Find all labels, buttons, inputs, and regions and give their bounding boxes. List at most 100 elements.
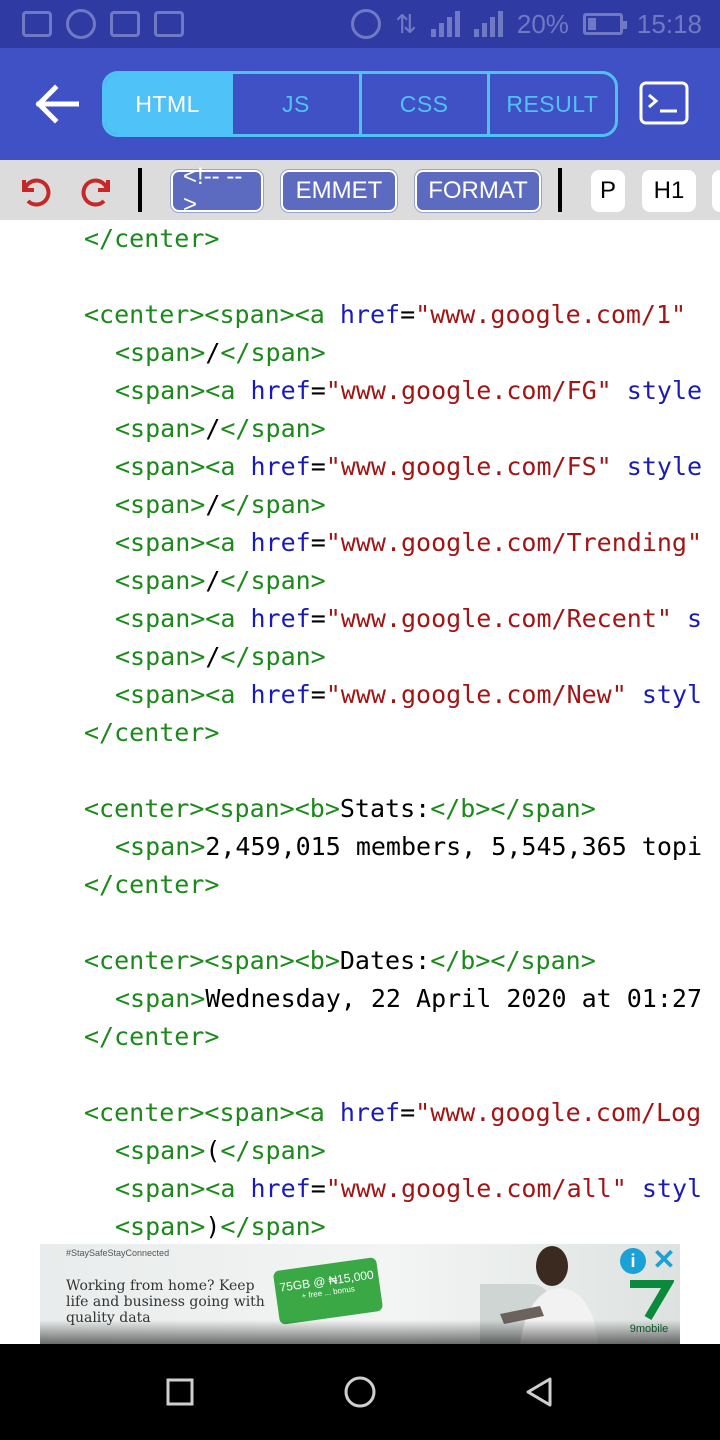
toolbar-divider — [138, 168, 142, 212]
code-line[interactable]: <span>Wednesday, 22 April 2020 at 01:27 — [115, 980, 702, 1018]
code-token: = — [400, 1098, 416, 1127]
code-token: <center><span><a — [84, 300, 340, 329]
tab-html[interactable]: HTML — [105, 74, 234, 134]
code-token: "www.google.com/FS" — [325, 452, 612, 481]
code-line[interactable]: <span><a href="www.google.com/FG" style — [115, 372, 702, 410]
code-token: <span> — [115, 642, 206, 671]
code-token: "www.google.com/Trending" — [325, 528, 703, 557]
code-line[interactable]: <span>(</span> — [115, 1132, 326, 1170]
activity-icon — [110, 11, 140, 37]
emmet-button[interactable]: EMMET — [281, 170, 397, 212]
code-token: </span> — [220, 566, 326, 595]
toolbar-divider — [558, 168, 562, 212]
code-token: = — [310, 1174, 326, 1203]
code-token: / — [205, 490, 221, 519]
code-token: style — [626, 376, 703, 405]
code-line[interactable]: <span>2,459,015 members, 5,545,365 topi — [115, 828, 702, 866]
info-icon[interactable]: i — [620, 1248, 646, 1274]
code-token: / — [205, 566, 221, 595]
code-token: "www.google.com/New" — [325, 680, 627, 709]
code-line[interactable]: <center><span><a href="www.google.com/1" — [84, 296, 686, 334]
arrow-left-icon — [35, 84, 79, 124]
status-bar: ⇅ 20% 15:18 — [0, 0, 720, 48]
battery-percent: 20% — [516, 8, 569, 39]
code-line[interactable]: </center> — [84, 714, 219, 752]
format-button[interactable]: FORMAT — [415, 170, 541, 212]
code-token: </span> — [220, 642, 326, 671]
code-token: ) — [205, 1212, 221, 1241]
code-token: <center><span><a — [84, 1098, 340, 1127]
code-line[interactable]: <span>/</span> — [115, 334, 326, 372]
undo-icon[interactable] — [14, 170, 54, 210]
code-token: = — [310, 528, 326, 557]
code-token: <center><span><b> — [84, 794, 340, 823]
code-token: 2,459,015 members, 5,545,365 topi — [205, 832, 703, 861]
code-line[interactable]: <span>)</span> — [115, 1208, 326, 1244]
code-token: href — [339, 300, 401, 329]
code-line[interactable]: </center> — [84, 1018, 219, 1056]
clock: 15:18 — [636, 8, 702, 39]
code-token: styl — [641, 1174, 703, 1203]
code-token: </span> — [220, 490, 326, 519]
hotspot-icon — [351, 9, 382, 39]
ad-headline: Working from home? Keep life and busines… — [66, 1278, 265, 1326]
code-line[interactable]: </center> — [84, 866, 219, 904]
code-token: <span><a — [115, 680, 251, 709]
code-token: = — [310, 604, 326, 633]
code-token: <center><span><b> — [84, 946, 340, 975]
code-line[interactable]: <span>/</span> — [115, 410, 326, 448]
code-token: <span> — [115, 338, 206, 367]
code-token: </center> — [84, 224, 220, 253]
code-token: </b></span> — [430, 946, 596, 975]
tab-js[interactable]: JS — [233, 74, 362, 134]
tab-css[interactable]: CSS — [362, 74, 490, 134]
code-token: href — [250, 452, 311, 481]
code-token: Dates: — [339, 946, 431, 975]
code-token: s — [687, 604, 703, 633]
close-icon[interactable]: ✕ — [650, 1246, 678, 1274]
ad-banner[interactable]: #StaySafeStayConnected Working from home… — [40, 1244, 680, 1344]
code-token: <span> — [115, 490, 206, 519]
code-line[interactable]: <span>/</span> — [115, 638, 326, 676]
back-triangle-icon[interactable] — [520, 1372, 560, 1412]
p-tag-button[interactable]: P — [591, 170, 625, 212]
code-token: <span><a — [115, 1174, 251, 1203]
code-line[interactable]: </center> — [84, 220, 219, 258]
recents-square-icon[interactable] — [160, 1372, 200, 1412]
code-line[interactable]: <span>/</span> — [115, 486, 326, 524]
code-token: "www.google.com/all" — [325, 1174, 627, 1203]
code-line[interactable]: <span><a href="www.google.com/New" styl — [115, 676, 702, 714]
h1-tag-button[interactable]: H1 — [642, 170, 696, 212]
back-button[interactable] — [30, 78, 82, 130]
code-token: href — [339, 1098, 401, 1127]
ad-offer-badge: 75GB @ ₦15,000 + free ... bonus — [272, 1257, 384, 1325]
signal-icon — [430, 11, 460, 37]
code-line[interactable]: <span><a href="www.google.com/all" styl — [115, 1170, 702, 1208]
code-token: <span> — [115, 984, 206, 1013]
whatsapp-icon — [66, 9, 96, 39]
code-token: </span> — [220, 414, 326, 443]
code-token: <span><a — [115, 452, 251, 481]
code-line[interactable]: <span><a href="www.google.com/Trending" — [115, 524, 702, 562]
data-transfer-icon: ⇅ — [395, 8, 417, 39]
code-line[interactable]: <span><a href="www.google.com/FS" style — [115, 448, 702, 486]
comment-button[interactable]: <!-- --> — [171, 163, 263, 218]
code-token: </b></span> — [430, 794, 596, 823]
code-line[interactable]: <span><a href="www.google.com/Recent" s — [115, 600, 702, 638]
code-line[interactable]: <center><span><b>Dates:</b></span> — [84, 942, 596, 980]
home-circle-icon[interactable] — [340, 1372, 380, 1412]
code-line[interactable]: <center><span><b>Stats:</b></span> — [84, 790, 596, 828]
console-icon[interactable] — [639, 81, 689, 125]
ad-footer-shade — [40, 1320, 680, 1344]
code-line[interactable]: <span>/</span> — [115, 562, 326, 600]
code-line[interactable]: <center><span><a href="www.google.com/Lo… — [84, 1094, 701, 1132]
tab-result[interactable]: RESULT — [490, 74, 615, 134]
more-tag-button[interactable] — [712, 170, 720, 212]
code-editor[interactable]: </center> <center><span><a href="www.goog… — [0, 220, 720, 1244]
redo-icon[interactable] — [78, 170, 118, 210]
ad-hashtag: #StaySafeStayConnected — [66, 1248, 170, 1258]
